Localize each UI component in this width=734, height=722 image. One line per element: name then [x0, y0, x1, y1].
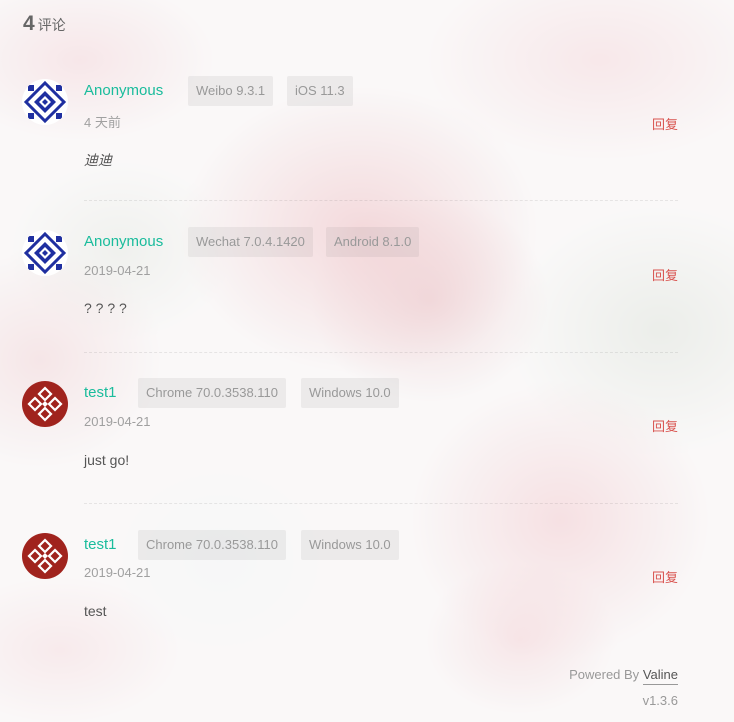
valine-link[interactable]: Valine: [642, 667, 678, 685]
blue-geometric-avatar-icon: [22, 230, 68, 276]
comment-divider: [84, 200, 678, 201]
comment-section: 4 评论 Anonymous Weibo 9.3.1 iOS 11.3 4 天前 …: [0, 0, 734, 722]
comment-text: ? ? ? ?: [84, 300, 127, 316]
red-geometric-avatar-icon: [22, 533, 68, 579]
comment-item: test1 Chrome 70.0.3538.110 Windows 10.0 …: [0, 0, 734, 619]
powered-by-prefix: Powered By: [569, 667, 640, 682]
reply-button[interactable]: 回复: [652, 265, 678, 284]
browser-badge: Chrome 70.0.3538.110: [138, 530, 287, 560]
reply-button[interactable]: 回复: [652, 416, 678, 435]
avatar[interactable]: [22, 533, 68, 579]
comment-time: 2019-04-21: [84, 565, 151, 580]
comment-text: 迪迪: [84, 152, 112, 168]
browser-badge: Wechat 7.0.4.1420: [188, 227, 313, 257]
avatar[interactable]: [22, 381, 68, 427]
browser-badge: Chrome 70.0.3538.110: [138, 378, 287, 408]
comment-text: test: [84, 603, 107, 619]
comment-divider: [84, 503, 678, 504]
red-geometric-avatar-icon: [22, 381, 68, 427]
comment-nick[interactable]: test1: [84, 384, 117, 401]
comment-nick[interactable]: Anonymous: [84, 233, 163, 250]
version-label: v1.3.6: [642, 693, 678, 708]
comment-text: just go!: [84, 452, 130, 468]
comment-nick[interactable]: test1: [84, 536, 117, 553]
comment-time: 2019-04-21: [84, 414, 151, 429]
comment-divider: [84, 352, 678, 353]
avatar[interactable]: [22, 230, 68, 276]
os-badge: Windows 10.0: [301, 378, 399, 408]
os-badge: Android 8.1.0: [326, 227, 420, 257]
comment-time: 2019-04-21: [84, 263, 151, 278]
reply-button[interactable]: 回复: [652, 567, 678, 586]
os-badge: Windows 10.0: [301, 530, 399, 560]
powered-by: Powered By Valine: [569, 667, 678, 685]
